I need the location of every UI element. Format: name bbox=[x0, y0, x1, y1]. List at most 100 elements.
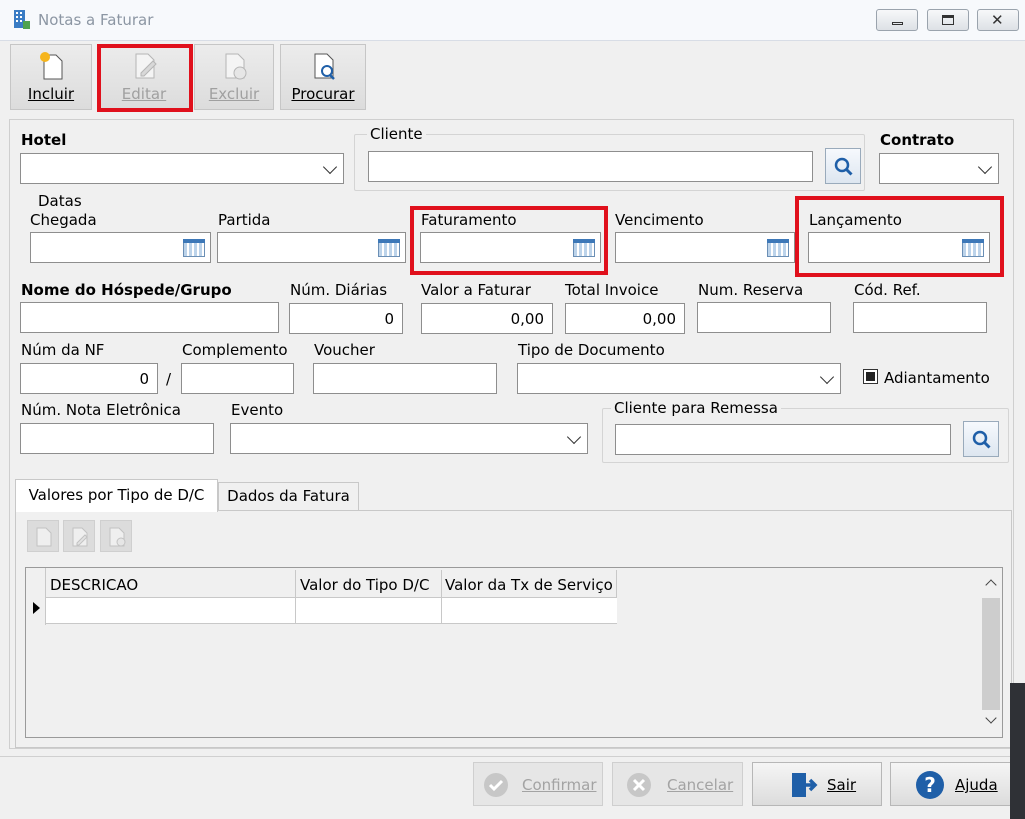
current-row-arrow-icon bbox=[33, 602, 40, 614]
incluir-button[interactable]: Incluir bbox=[10, 44, 92, 110]
grid-edit-button bbox=[63, 520, 95, 552]
cliente-remessa-search-button[interactable] bbox=[963, 421, 999, 457]
num-nota-eletronica-label: Núm. Nota Eletrônica bbox=[21, 401, 181, 419]
num-reserva-input[interactable] bbox=[697, 302, 831, 333]
chevron-down-icon[interactable] bbox=[985, 712, 997, 724]
nf-separator: / bbox=[166, 370, 172, 388]
procurar-button[interactable]: Procurar bbox=[280, 44, 366, 110]
sair-button[interactable]: Sair bbox=[752, 762, 882, 806]
close-button[interactable]: ✕ bbox=[977, 9, 1019, 31]
cliente-input[interactable] bbox=[368, 151, 813, 182]
voucher-input[interactable] bbox=[313, 363, 497, 394]
chevron-down-icon bbox=[322, 159, 338, 175]
column-header-descricao[interactable]: DESCRICAO bbox=[50, 576, 138, 594]
editar-highlight bbox=[97, 44, 193, 112]
column-header-valor-tx[interactable]: Valor da Tx de Serviço bbox=[445, 576, 613, 594]
num-diarias-input[interactable]: 0 bbox=[289, 303, 403, 334]
tipo-documento-select[interactable] bbox=[517, 363, 841, 394]
cancelar-button: Cancelar bbox=[612, 762, 743, 806]
partida-date-field[interactable] bbox=[217, 232, 406, 263]
adiantamento-label: Adiantamento bbox=[884, 369, 990, 387]
procurar-label: Procurar bbox=[291, 85, 355, 103]
evento-select[interactable] bbox=[230, 423, 588, 454]
scrollbar-thumb[interactable] bbox=[982, 598, 1000, 710]
num-nota-eletronica-input[interactable] bbox=[20, 423, 214, 454]
calendar-icon bbox=[378, 239, 400, 257]
nome-hospede-label: Nome do Hóspede/Grupo bbox=[21, 281, 232, 299]
evento-label: Evento bbox=[231, 401, 284, 419]
total-invoice-label: Total Invoice bbox=[565, 281, 659, 299]
tipo-documento-label: Tipo de Documento bbox=[518, 341, 665, 359]
lancamento-highlight bbox=[795, 196, 1004, 277]
svg-text:?: ? bbox=[924, 773, 936, 797]
valor-faturar-value: 0,00 bbox=[510, 310, 544, 328]
num-nf-input[interactable]: 0 bbox=[20, 363, 158, 394]
tab-dados-da-fatura[interactable]: Dados da Fatura bbox=[218, 482, 359, 511]
excluir-button: Excluir bbox=[194, 44, 274, 110]
help-icon: ? bbox=[916, 771, 944, 799]
contrato-label: Contrato bbox=[880, 131, 955, 149]
sair-label: Sair bbox=[827, 776, 857, 794]
new-document-icon bbox=[40, 52, 63, 80]
background-window-edge bbox=[1010, 683, 1025, 819]
complemento-input[interactable] bbox=[181, 363, 294, 394]
app-building-icon bbox=[11, 9, 31, 31]
check-circle-icon bbox=[484, 773, 508, 797]
incluir-label: Incluir bbox=[27, 85, 75, 103]
ajuda-button[interactable]: ? Ajuda bbox=[890, 762, 1016, 806]
adiantamento-checkbox[interactable] bbox=[863, 369, 878, 384]
chegada-label: Chegada bbox=[30, 211, 97, 229]
total-invoice-value: 0,00 bbox=[642, 310, 676, 328]
confirmar-button: Confirmar bbox=[473, 762, 603, 806]
complemento-label: Complemento bbox=[182, 341, 288, 359]
chegada-date-field[interactable] bbox=[30, 232, 211, 263]
restore-button[interactable] bbox=[927, 9, 969, 31]
contrato-select[interactable] bbox=[879, 153, 999, 184]
tab-valores-por-tipo[interactable]: Valores por Tipo de D/C bbox=[15, 479, 218, 512]
footer-divider bbox=[0, 756, 1025, 757]
grid-scrollbar[interactable] bbox=[981, 570, 1001, 736]
excluir-label: Excluir bbox=[208, 85, 260, 103]
title-bar: Notas a Faturar ✕ bbox=[0, 0, 1025, 41]
exit-door-icon bbox=[792, 773, 818, 797]
window: Notas a Faturar ✕ Incluir Editar Excluir… bbox=[0, 0, 1025, 819]
minimize-button[interactable] bbox=[876, 9, 918, 31]
close-icon: ✕ bbox=[991, 11, 1004, 29]
num-nf-value: 0 bbox=[139, 370, 149, 388]
faturamento-highlight bbox=[410, 206, 608, 275]
vencimento-date-field[interactable] bbox=[615, 232, 795, 263]
num-nf-label: Núm da NF bbox=[21, 341, 105, 359]
search-icon bbox=[972, 430, 991, 449]
hotel-label: Hotel bbox=[21, 131, 67, 149]
cancelar-label: Cancelar bbox=[667, 776, 734, 794]
cancel-circle-icon bbox=[627, 773, 651, 797]
window-title: Notas a Faturar bbox=[38, 11, 154, 29]
table-row[interactable] bbox=[46, 598, 617, 624]
num-diarias-label: Núm. Diárias bbox=[290, 281, 388, 299]
cliente-label: Cliente bbox=[367, 125, 426, 143]
delete-document-icon bbox=[109, 527, 126, 547]
vencimento-label: Vencimento bbox=[615, 211, 704, 229]
valor-faturar-label: Valor a Faturar bbox=[421, 281, 531, 299]
chevron-up-icon[interactable] bbox=[985, 579, 997, 591]
valor-faturar-input[interactable]: 0,00 bbox=[421, 303, 553, 334]
cod-ref-input[interactable] bbox=[853, 302, 987, 333]
cod-ref-label: Cód. Ref. bbox=[854, 281, 921, 299]
cliente-remessa-input[interactable] bbox=[615, 424, 951, 455]
cliente-remessa-label: Cliente para Remessa bbox=[611, 399, 781, 417]
voucher-label: Voucher bbox=[314, 341, 375, 359]
calendar-icon bbox=[183, 239, 205, 257]
nome-hospede-input[interactable] bbox=[20, 302, 279, 333]
cliente-search-button[interactable] bbox=[825, 148, 861, 184]
chevron-down-icon bbox=[566, 429, 582, 445]
num-reserva-label: Num. Reserva bbox=[698, 281, 804, 299]
delete-document-icon bbox=[225, 53, 247, 80]
total-invoice-input[interactable]: 0,00 bbox=[565, 303, 685, 334]
column-header-valor-tipo[interactable]: Valor do Tipo D/C bbox=[300, 576, 429, 594]
hotel-select[interactable] bbox=[20, 153, 344, 184]
confirmar-label: Confirmar bbox=[522, 776, 597, 794]
search-document-icon bbox=[314, 53, 335, 80]
row-indicator-column bbox=[26, 568, 46, 625]
new-document-icon bbox=[36, 527, 52, 547]
chevron-down-icon bbox=[977, 159, 993, 175]
